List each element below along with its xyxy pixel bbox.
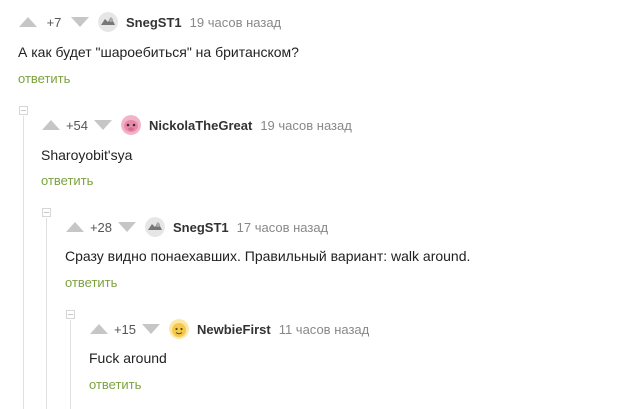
comment-rating: +28 (89, 219, 113, 235)
reply-link[interactable]: ответить (18, 71, 70, 86)
comment-header: +54 NickolaTheGreat 19 часов назад (41, 115, 352, 135)
vote-down-icon[interactable] (70, 15, 90, 29)
vote-down-icon[interactable] (93, 118, 113, 132)
vote-up-icon[interactable] (65, 220, 85, 234)
vote-down-icon[interactable] (141, 322, 161, 336)
vote-up-icon[interactable] (41, 118, 61, 132)
avatar[interactable] (121, 115, 141, 135)
comment-time[interactable]: 11 часов назад (279, 322, 370, 337)
thread-line-2 (46, 218, 47, 409)
comment-header: +15 NewbieFirst 11 часов назад (89, 319, 369, 339)
comment-text: Sharoyobit'sya (41, 147, 133, 163)
vote-down-icon[interactable] (117, 220, 137, 234)
avatar[interactable] (98, 12, 118, 32)
comment-time[interactable]: 19 часов назад (190, 15, 282, 30)
comment-time[interactable]: 17 часов назад (237, 220, 329, 235)
comment-text: А как будет "шароебиться" на британском? (18, 44, 299, 60)
comment-text: Fuck around (89, 350, 167, 366)
thread-line-3 (70, 320, 71, 409)
collapse-toggle-1[interactable] (19, 106, 28, 115)
avatar[interactable] (169, 319, 189, 339)
reply-link[interactable]: ответить (65, 275, 117, 290)
comment-header: +7 SnegST1 19 часов назад (18, 12, 281, 32)
collapse-toggle-2[interactable] (42, 208, 51, 217)
comment-time[interactable]: 19 часов назад (260, 118, 352, 133)
comment-rating: +15 (113, 321, 137, 337)
comment-text: Сразу видно понаехавших. Правильный вари… (65, 248, 471, 264)
comment-rating: +54 (65, 117, 89, 133)
vote-up-icon[interactable] (18, 15, 38, 29)
author-nick[interactable]: NewbieFirst (197, 322, 271, 337)
avatar[interactable] (145, 217, 165, 237)
author-nick[interactable]: SnegST1 (126, 15, 182, 30)
thread-line-1 (23, 116, 24, 409)
author-nick[interactable]: SnegST1 (173, 220, 229, 235)
comment-header: +28 SnegST1 17 часов назад (65, 217, 328, 237)
reply-link[interactable]: ответить (41, 173, 93, 188)
vote-up-icon[interactable] (89, 322, 109, 336)
reply-link[interactable]: ответить (89, 377, 141, 392)
collapse-toggle-3[interactable] (66, 310, 75, 319)
author-nick[interactable]: NickolaTheGreat (149, 118, 252, 133)
comment-rating: +7 (46, 14, 62, 30)
